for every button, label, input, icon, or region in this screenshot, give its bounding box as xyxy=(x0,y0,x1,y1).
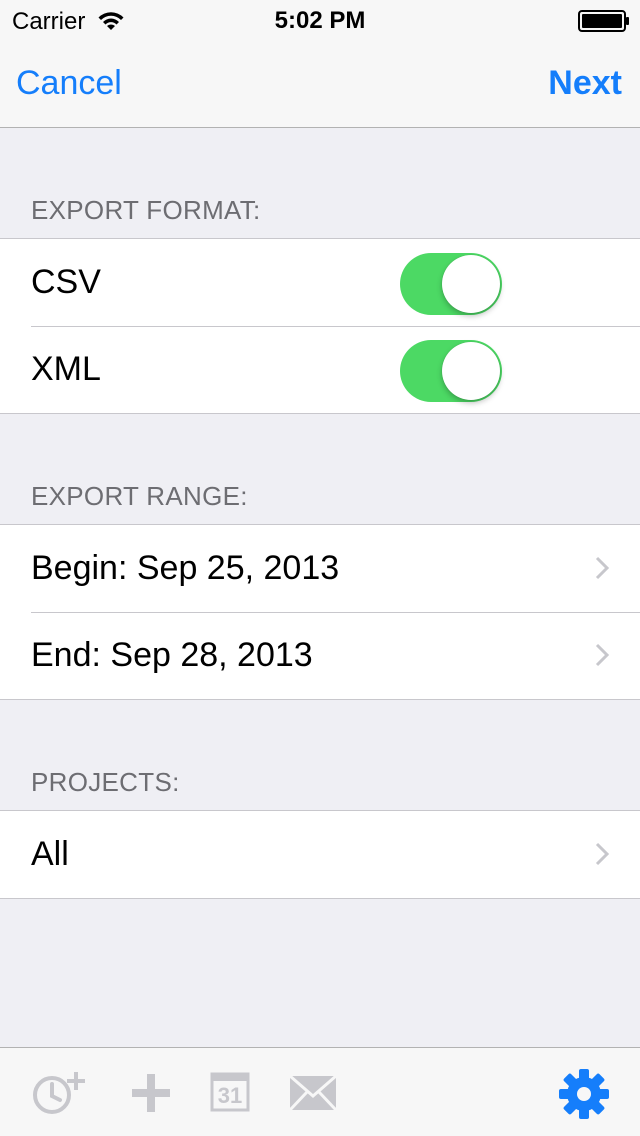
xml-row: XML xyxy=(0,326,640,413)
csv-row: CSV xyxy=(0,239,640,326)
csv-label: CSV xyxy=(31,263,101,301)
section-header-projects: PROJECTS: xyxy=(31,767,180,797)
section-header-export-range: EXPORT RANGE: xyxy=(31,481,248,511)
mail-icon[interactable] xyxy=(288,1074,338,1112)
chevron-right-icon xyxy=(595,556,610,580)
timer-add-icon[interactable] xyxy=(30,1068,94,1118)
status-bar: Carrier 5:02 PM xyxy=(0,0,640,40)
end-date-row[interactable]: End: Sep 28, 2013 xyxy=(0,612,640,699)
bottom-toolbar: 31 xyxy=(0,1047,640,1136)
navigation-bar: Cancel Next xyxy=(0,40,640,128)
chevron-right-icon xyxy=(595,842,610,866)
export-range-group: Begin: Sep 25, 2013 End: Sep 28, 2013 xyxy=(0,524,640,700)
gear-icon[interactable] xyxy=(558,1068,610,1120)
xml-label: XML xyxy=(31,350,101,388)
calendar-day-number: 31 xyxy=(217,1083,243,1108)
toggle-knob xyxy=(442,342,500,400)
battery-icon xyxy=(578,10,629,32)
cancel-button[interactable]: Cancel xyxy=(16,64,122,103)
csv-toggle[interactable] xyxy=(400,253,502,315)
begin-date-row[interactable]: Begin: Sep 25, 2013 xyxy=(0,525,640,612)
begin-date-label: Begin: Sep 25, 2013 xyxy=(31,549,340,587)
export-format-group: CSV XML xyxy=(0,238,640,414)
calendar-icon[interactable]: 31 xyxy=(210,1072,250,1112)
end-date-label: End: Sep 28, 2013 xyxy=(31,636,313,674)
xml-toggle[interactable] xyxy=(400,340,502,402)
section-header-export-format: EXPORT FORMAT: xyxy=(31,195,261,225)
chevron-right-icon xyxy=(595,643,610,667)
plus-icon[interactable] xyxy=(130,1072,172,1114)
status-time: 5:02 PM xyxy=(274,7,366,34)
projects-group: All xyxy=(0,810,640,899)
toggle-knob xyxy=(442,255,500,313)
projects-all-row[interactable]: All xyxy=(0,811,640,898)
next-button[interactable]: Next xyxy=(548,64,622,103)
projects-all-label: All xyxy=(31,835,69,873)
